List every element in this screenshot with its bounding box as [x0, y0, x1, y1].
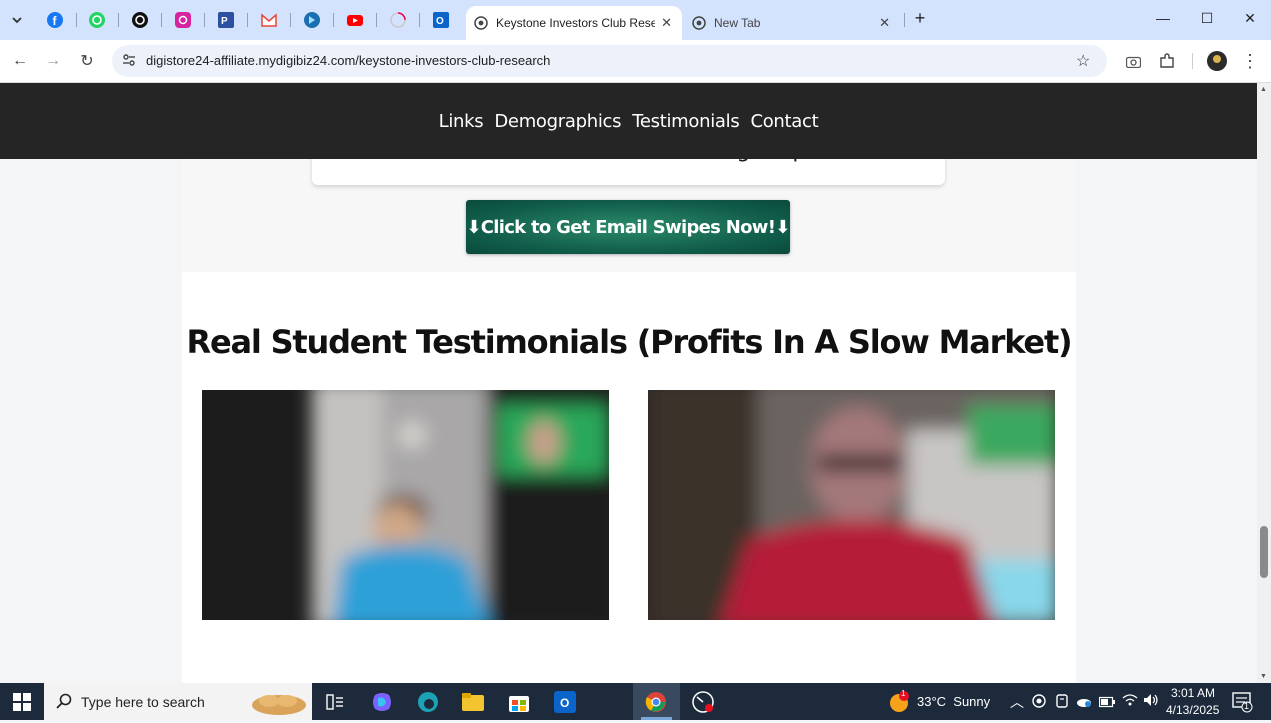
tab-separator — [333, 13, 334, 27]
close-window-icon[interactable]: ✕ — [1240, 10, 1260, 27]
extensions-icon[interactable] — [1157, 51, 1177, 71]
windows-start-icon[interactable] — [9, 689, 35, 715]
close-tab-icon[interactable]: ✕ — [879, 15, 890, 31]
testimonial-video-1[interactable] — [202, 390, 609, 620]
testimonial-video-2[interactable] — [648, 390, 1055, 620]
threads-icon[interactable] — [129, 9, 151, 31]
weather-icon[interactable]: 1 — [889, 689, 911, 718]
meet-now-icon[interactable] — [1032, 694, 1046, 713]
bookmark-star-icon[interactable]: ☆ — [1076, 51, 1090, 71]
site-settings-icon[interactable] — [122, 53, 136, 72]
tab-new-tab[interactable]: New Tab ✕ — [684, 6, 900, 40]
windows-taskbar: Type here to search O 1 33°C Sunny ︿ 3:0… — [0, 683, 1271, 720]
tab-search-button[interactable] — [6, 9, 28, 31]
tab-separator — [376, 13, 377, 27]
weather-badge: 1 — [901, 689, 906, 698]
clock-time[interactable]: 3:01 AM — [1171, 686, 1215, 700]
svg-text:P: P — [221, 16, 228, 27]
notification-center-icon[interactable]: 1 — [1232, 691, 1254, 718]
nav-demographics[interactable]: Demographics — [494, 111, 621, 132]
usb-icon[interactable] — [1055, 694, 1069, 713]
tab-separator — [161, 13, 162, 27]
address-bar[interactable]: digistore24-affiliate.mydigibiz24.com/ke… — [112, 45, 1107, 77]
file-explorer-icon[interactable] — [460, 689, 486, 715]
clock-date[interactable]: 4/13/2025 — [1166, 703, 1219, 717]
weather-text[interactable]: 33°C Sunny — [917, 694, 990, 709]
reload-icon[interactable]: ↻ — [77, 51, 97, 71]
back-arrow-icon[interactable]: ← — [10, 51, 30, 71]
tab-keystone[interactable]: Keystone Investors Club Resear ✕ — [466, 6, 682, 40]
copilot-icon[interactable] — [369, 689, 395, 715]
onedrive-icon[interactable] — [1076, 694, 1092, 713]
volume-icon[interactable] — [1143, 693, 1159, 712]
camera-icon[interactable] — [1123, 51, 1143, 71]
toolbar-divider — [1192, 53, 1193, 69]
chrome-icon — [645, 691, 667, 718]
scroll-down-icon[interactable]: ▼ — [1260, 673, 1267, 680]
maximize-icon[interactable]: ☐ — [1197, 10, 1217, 27]
search-icon — [56, 693, 72, 714]
site-nav: Links Demographics Testimonials Contact — [0, 83, 1257, 159]
task-view-icon[interactable] — [322, 689, 348, 715]
profile-avatar[interactable] — [1207, 51, 1227, 71]
menu-kebab-icon[interactable]: ⋮ — [1240, 51, 1260, 71]
scroll-up-icon[interactable]: ▲ — [1260, 86, 1267, 93]
instagram-icon[interactable] — [172, 9, 194, 31]
forward-arrow-icon[interactable]: → — [43, 51, 63, 71]
scrollbar-thumb[interactable] — [1260, 526, 1268, 578]
screen-recorder-icon[interactable] — [690, 689, 716, 715]
tray-chevron-up-icon[interactable]: ︿ — [1010, 692, 1024, 712]
browser-toolbar: ← → ↻ digistore24-affiliate.mydigibiz24.… — [0, 40, 1271, 83]
new-tab-plus-icon[interactable]: + — [910, 8, 930, 29]
nav-links[interactable]: Links — [439, 111, 484, 132]
notification-count: 1 — [1244, 701, 1250, 711]
nav-testimonials[interactable]: Testimonials — [632, 111, 740, 132]
chrome-taskbar-active[interactable] — [633, 683, 680, 720]
whatsapp-icon[interactable] — [86, 9, 108, 31]
edge-bing-icon[interactable] — [301, 9, 323, 31]
youtube-icon[interactable] — [344, 9, 366, 31]
outlook-app-icon[interactable]: O — [552, 689, 578, 715]
tab-title: Keystone Investors Club Resear — [496, 16, 656, 30]
loading-icon[interactable] — [387, 9, 409, 31]
tab-separator — [904, 13, 905, 27]
web-page: LATEST and Greatest Conversion Busting S… — [0, 83, 1257, 683]
pinterest-icon[interactable]: P — [215, 9, 237, 31]
taskbar-search-box[interactable]: Type here to search — [44, 683, 312, 720]
tab-separator — [118, 13, 119, 27]
battery-icon[interactable] — [1098, 695, 1115, 713]
edge-icon[interactable] — [415, 689, 441, 715]
wifi-icon[interactable] — [1122, 693, 1138, 712]
tab-separator — [247, 13, 248, 27]
page-scrollbar[interactable]: ▲ ▼ — [1257, 83, 1271, 683]
facebook-icon[interactable]: f — [44, 9, 66, 31]
search-placeholder: Type here to search — [81, 694, 205, 710]
url-text: digistore24-affiliate.mydigibiz24.com/ke… — [146, 53, 551, 68]
get-email-swipes-button[interactable]: ⬇Click to Get Email Swipes Now!⬇ — [466, 200, 790, 254]
tab-separator — [290, 13, 291, 27]
chrome-favicon-icon — [692, 16, 706, 30]
blurred-video-frame — [202, 390, 609, 620]
tab-separator — [419, 13, 420, 27]
nav-contact[interactable]: Contact — [750, 111, 818, 132]
chrome-favicon-icon — [474, 16, 488, 30]
microsoft-store-icon[interactable] — [506, 689, 532, 715]
minimize-icon[interactable]: — — [1153, 10, 1173, 26]
blurred-video-frame — [648, 390, 1055, 620]
tab-separator — [76, 13, 77, 27]
tab-title: New Tab — [714, 16, 761, 30]
gmail-icon[interactable] — [258, 9, 280, 31]
close-tab-icon[interactable]: ✕ — [661, 15, 672, 31]
svg-text:O: O — [436, 16, 444, 27]
testimonials-heading: Real Student Testimonials (Profits In A … — [186, 323, 1073, 361]
tab-separator — [204, 13, 205, 27]
search-highlight-bread-icon — [249, 686, 309, 723]
outlook-icon[interactable]: O — [430, 9, 452, 31]
tab-bar: f P O Keystone Investors Club Resear ✕ N… — [0, 0, 1271, 40]
svg-text:O: O — [560, 696, 569, 710]
